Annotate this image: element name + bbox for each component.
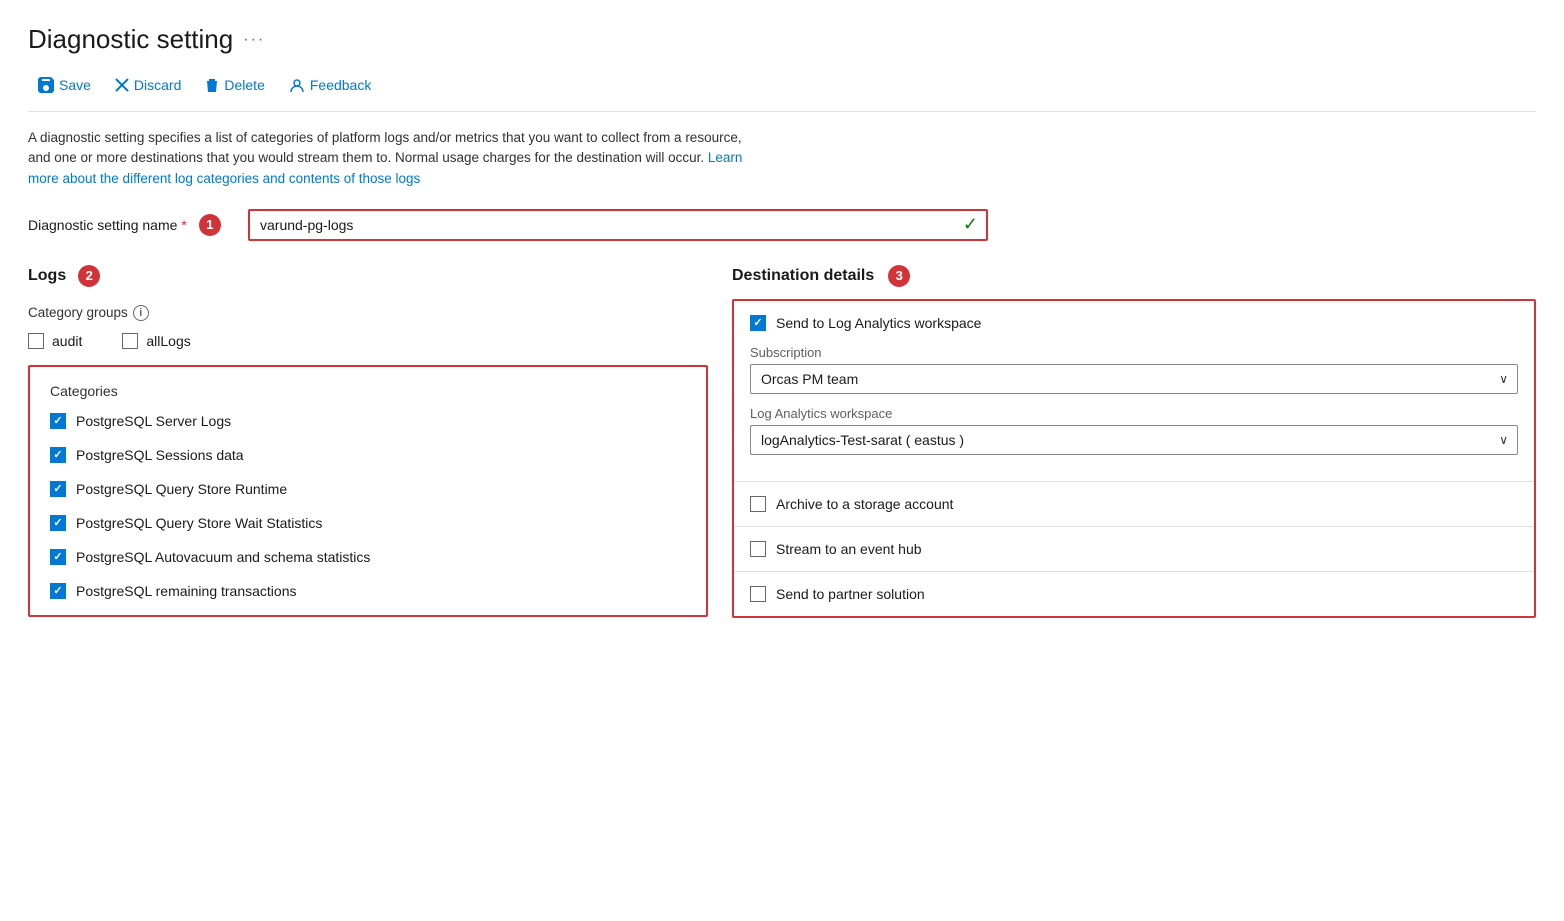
logs-section-title: Logs 2 xyxy=(28,265,100,287)
diagnostic-name-input[interactable] xyxy=(250,211,963,239)
category-checkbox-0[interactable] xyxy=(50,413,66,429)
info-icon: i xyxy=(133,305,149,321)
stream-label: Stream to an event hub xyxy=(776,541,922,557)
partner-label: Send to partner solution xyxy=(776,586,925,602)
category-label-0: PostgreSQL Server Logs xyxy=(76,413,231,429)
category-item-2: PostgreSQL Query Store Runtime xyxy=(50,481,686,497)
categories-title: Categories xyxy=(50,383,686,399)
description: A diagnostic setting specifies a list of… xyxy=(28,128,748,189)
audit-checkbox-item[interactable]: audit xyxy=(28,333,82,349)
delete-icon xyxy=(205,77,219,93)
category-groups-row: Category groups i xyxy=(28,305,708,321)
save-icon xyxy=(38,77,54,93)
name-valid-icon: ✓ xyxy=(963,214,986,235)
name-label-text: Diagnostic setting name xyxy=(28,217,177,233)
destination-title-row: Destination details 3 xyxy=(732,265,1536,287)
alllogs-checkbox-item[interactable]: allLogs xyxy=(122,333,190,349)
page-title: Diagnostic setting ··· xyxy=(28,24,1536,55)
partner-checkbox[interactable] xyxy=(750,586,766,602)
partner-row: Send to partner solution xyxy=(734,572,1534,616)
log-analytics-workspace-field: Log Analytics workspace logAnalytics-Tes… xyxy=(750,406,1518,455)
delete-label: Delete xyxy=(224,77,264,93)
category-item-1: PostgreSQL Sessions data xyxy=(50,447,686,463)
category-item-4: PostgreSQL Autovacuum and schema statist… xyxy=(50,549,686,565)
category-item-5: PostgreSQL remaining transactions xyxy=(50,583,686,599)
log-analytics-checkbox[interactable] xyxy=(750,315,766,331)
logs-title-text: Logs xyxy=(28,267,66,285)
category-groups-label: Category groups xyxy=(28,305,128,320)
step-3-badge: 3 xyxy=(888,265,910,287)
log-analytics-row: Send to Log Analytics workspace Subscrip… xyxy=(734,301,1534,482)
archive-label: Archive to a storage account xyxy=(776,496,953,512)
category-label-4: PostgreSQL Autovacuum and schema statist… xyxy=(76,549,370,565)
delete-button[interactable]: Delete xyxy=(195,71,274,99)
category-label-2: PostgreSQL Query Store Runtime xyxy=(76,481,287,497)
category-checkbox-2[interactable] xyxy=(50,481,66,497)
save-button[interactable]: Save xyxy=(28,71,101,99)
category-label-1: PostgreSQL Sessions data xyxy=(76,447,244,463)
subscription-select[interactable]: Orcas PM team xyxy=(750,364,1518,394)
archive-checkbox[interactable] xyxy=(750,496,766,512)
destination-title-text: Destination details xyxy=(732,267,874,285)
discard-button[interactable]: Discard xyxy=(105,71,191,99)
audit-label: audit xyxy=(52,333,82,349)
description-text: A diagnostic setting specifies a list of… xyxy=(28,130,742,165)
destination-box: Send to Log Analytics workspace Subscrip… xyxy=(732,299,1536,618)
log-analytics-workspace-label: Log Analytics workspace xyxy=(750,406,1518,421)
feedback-button[interactable]: Feedback xyxy=(279,71,381,99)
log-analytics-workspace-select-wrapper: logAnalytics-Test-sarat ( eastus ) ∨ xyxy=(750,425,1518,455)
stream-checkbox[interactable] xyxy=(750,541,766,557)
category-checkbox-3[interactable] xyxy=(50,515,66,531)
toolbar: Save Discard Delete Feedback xyxy=(28,71,1536,112)
alllogs-label: allLogs xyxy=(146,333,190,349)
page-title-text: Diagnostic setting xyxy=(28,24,233,55)
log-analytics-workspace-select[interactable]: logAnalytics-Test-sarat ( eastus ) xyxy=(750,425,1518,455)
log-analytics-label: Send to Log Analytics workspace xyxy=(776,315,981,331)
logs-column: Logs 2 Category groups i audit allLogs C… xyxy=(28,265,708,621)
two-column-layout: Logs 2 Category groups i audit allLogs C… xyxy=(28,265,1536,621)
subscription-select-wrapper: Orcas PM team ∨ xyxy=(750,364,1518,394)
step-2-badge: 2 xyxy=(78,265,100,287)
category-item-0: PostgreSQL Server Logs xyxy=(50,413,686,429)
required-indicator: * xyxy=(181,217,186,233)
stream-row: Stream to an event hub xyxy=(734,527,1534,572)
category-item-3: PostgreSQL Query Store Wait Statistics xyxy=(50,515,686,531)
categories-box: Categories PostgreSQL Server Logs Postgr… xyxy=(28,365,708,617)
feedback-label: Feedback xyxy=(310,77,371,93)
logs-header: Logs 2 xyxy=(28,265,708,297)
category-label-5: PostgreSQL remaining transactions xyxy=(76,583,296,599)
category-group-checkboxes: audit allLogs xyxy=(28,333,708,349)
log-analytics-header: Send to Log Analytics workspace xyxy=(750,315,1518,331)
step-1-badge: 1 xyxy=(199,214,221,236)
category-checkbox-4[interactable] xyxy=(50,549,66,565)
save-label: Save xyxy=(59,77,91,93)
audit-checkbox[interactable] xyxy=(28,333,44,349)
discard-label: Discard xyxy=(134,77,181,93)
diagnostic-name-label: Diagnostic setting name * 1 xyxy=(28,214,248,236)
discard-icon xyxy=(115,78,129,92)
subscription-label: Subscription xyxy=(750,345,1518,360)
page-title-ellipsis: ··· xyxy=(243,31,265,49)
name-input-wrapper: ✓ xyxy=(248,209,988,241)
archive-row: Archive to a storage account xyxy=(734,482,1534,527)
category-checkbox-5[interactable] xyxy=(50,583,66,599)
category-checkbox-1[interactable] xyxy=(50,447,66,463)
destination-column: Destination details 3 Send to Log Analyt… xyxy=(732,265,1536,618)
diagnostic-name-row: Diagnostic setting name * 1 ✓ xyxy=(28,209,1536,241)
alllogs-checkbox[interactable] xyxy=(122,333,138,349)
feedback-icon xyxy=(289,77,305,93)
subscription-field: Subscription Orcas PM team ∨ xyxy=(750,345,1518,394)
category-label-3: PostgreSQL Query Store Wait Statistics xyxy=(76,515,322,531)
